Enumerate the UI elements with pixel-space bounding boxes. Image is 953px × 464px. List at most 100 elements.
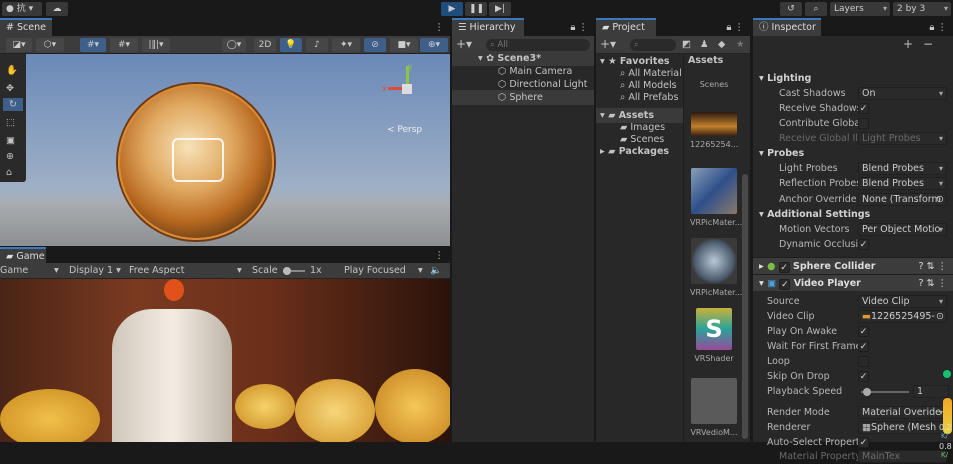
align-dropdown[interactable]: |‖|▾ bbox=[142, 38, 170, 52]
dynamic-occlusion-checkbox[interactable]: ✓ bbox=[858, 239, 869, 250]
component-menu-icons[interactable]: ? ⇅ ⋮ bbox=[918, 258, 947, 275]
cast-shadows-dropdown[interactable]: On bbox=[858, 87, 947, 100]
move-tool-icon[interactable]: ✥ bbox=[6, 82, 14, 95]
effects-dropdown[interactable]: ✦▾ bbox=[332, 38, 360, 52]
tab-game[interactable]: ▰ Game bbox=[0, 247, 46, 263]
asset-grid-scrollbar[interactable] bbox=[742, 174, 748, 439]
video-clip-field[interactable]: ▬1226525495-1 ⊙ bbox=[858, 310, 947, 323]
custom-tool-icon[interactable]: ⌂ bbox=[6, 166, 12, 179]
renderer-field[interactable]: ▦Sphere (Mesh bbox=[858, 421, 947, 434]
sphere-collider-enabled-checkbox[interactable]: ✓ bbox=[778, 262, 790, 273]
tab-inspector[interactable]: ⓘ Inspector bbox=[753, 18, 821, 36]
project-search-input[interactable]: ⌕ bbox=[630, 39, 676, 51]
slider-thumb[interactable] bbox=[863, 388, 871, 396]
asset-item[interactable]: VRPicMater... bbox=[690, 168, 742, 227]
more-icon[interactable]: ⋮ bbox=[435, 21, 445, 34]
tab-project[interactable]: ▰ Project bbox=[596, 18, 656, 36]
rect-tool-icon[interactable]: ▣ bbox=[6, 134, 15, 147]
game-viewport[interactable] bbox=[0, 279, 450, 442]
play-on-awake-checkbox[interactable]: ✓ bbox=[858, 326, 869, 337]
playback-speed-slider[interactable] bbox=[861, 388, 909, 396]
step-button[interactable]: ▶| bbox=[489, 2, 511, 16]
asset-item[interactable]: Scenes bbox=[690, 80, 738, 89]
account-dropdown[interactable]: ● 抗 ▾ bbox=[2, 2, 42, 16]
asset-item[interactable]: VRPicMater... bbox=[690, 238, 742, 297]
contribute-gi-checkbox[interactable] bbox=[858, 118, 869, 129]
favorite-item[interactable]: ⌕ All Prefabs bbox=[596, 90, 683, 105]
lock-icon[interactable]: 🔒︎ ⋮ bbox=[929, 21, 947, 34]
lock-icon[interactable]: 🔒︎ ⋮ bbox=[726, 21, 744, 34]
mute-audio-icon[interactable]: 🔈 bbox=[430, 264, 442, 277]
search-button[interactable]: ⌕ bbox=[805, 2, 827, 16]
audio-toggle[interactable]: ♪ bbox=[306, 38, 328, 52]
transform-tool-icon[interactable]: ⊕ bbox=[6, 150, 14, 163]
asset-item[interactable]: 12265254... bbox=[690, 112, 738, 149]
object-picker-icon[interactable]: ⊙ bbox=[936, 311, 944, 322]
camera-dropdown[interactable]: ■▾ bbox=[390, 38, 418, 52]
cloud-button[interactable]: ☁ bbox=[46, 2, 68, 16]
anchor-override-field[interactable]: None (Transform ⊙ bbox=[858, 193, 947, 206]
grid-snap-toggle[interactable]: #▾ bbox=[80, 38, 106, 52]
loop-checkbox[interactable] bbox=[858, 356, 869, 367]
hidden-objects-toggle[interactable]: ⊘ bbox=[364, 38, 386, 52]
render-mode-dropdown[interactable]: ⬡▾ bbox=[36, 38, 64, 52]
scale-slider[interactable] bbox=[283, 267, 305, 275]
render-mode-dropdown[interactable]: Material Overide bbox=[858, 406, 947, 419]
game-mode-dropdown[interactable]: Game ▾ bbox=[0, 264, 60, 277]
playback-speed-input[interactable]: 1 bbox=[913, 385, 949, 398]
hierarchy-search-input[interactable]: ⌕ All bbox=[486, 39, 590, 51]
shading-dropdown[interactable]: ◯▾ bbox=[222, 38, 246, 52]
hand-tool-icon[interactable]: ✋ bbox=[6, 64, 18, 77]
skip-on-drop-checkbox[interactable]: ✓ bbox=[858, 371, 869, 382]
source-dropdown[interactable]: Video Clip bbox=[858, 295, 947, 308]
add-material-button[interactable]: + bbox=[903, 38, 913, 51]
light-probes-dropdown[interactable]: Blend Probes bbox=[858, 162, 947, 175]
scale-tool-icon[interactable]: ⬚ bbox=[6, 116, 15, 129]
2d-toggle[interactable]: 2D bbox=[254, 38, 276, 52]
play-focused-dropdown[interactable]: Play Focused ▾ bbox=[344, 264, 424, 277]
video-player-enabled-checkbox[interactable]: ✓ bbox=[779, 279, 791, 290]
probes-section[interactable]: ▾ Probes bbox=[753, 146, 953, 161]
motion-vectors-dropdown[interactable]: Per Object Motio bbox=[858, 223, 947, 236]
tab-scene[interactable]: # Scene bbox=[0, 18, 52, 36]
tab-hierarchy[interactable]: ☰ Hierarchy bbox=[452, 18, 524, 36]
hierarchy-item-selected[interactable]: ⬡ Sphere bbox=[452, 90, 594, 105]
additional-settings-section[interactable]: ▾ Additional Settings bbox=[753, 207, 953, 222]
aspect-dropdown[interactable]: Free Aspect ▾ bbox=[129, 264, 245, 277]
pause-button[interactable]: ❚❚ bbox=[465, 2, 487, 16]
display-dropdown[interactable]: Display 1 ▾ bbox=[69, 264, 121, 277]
reflection-probes-dropdown[interactable]: Blend Probes bbox=[858, 177, 947, 190]
create-button[interactable]: +▾ bbox=[456, 38, 472, 51]
layers-dropdown[interactable]: Layers bbox=[830, 2, 890, 16]
more-icon[interactable]: ⋮ bbox=[435, 249, 445, 262]
layout-dropdown[interactable]: 2 by 3 bbox=[893, 2, 951, 16]
sphere-object[interactable] bbox=[118, 84, 274, 240]
lock-icon[interactable]: 🔒︎ ⋮ bbox=[570, 21, 588, 34]
create-button[interactable]: +▾ bbox=[600, 38, 616, 51]
wait-first-frame-checkbox[interactable]: ✓ bbox=[858, 341, 869, 352]
asset-item[interactable]: VRVedioM... bbox=[690, 378, 738, 437]
video-player-header[interactable]: ▾ ▣ ✓ Video Player? ⇅ ⋮ bbox=[753, 274, 953, 291]
projection-label[interactable]: < Persp bbox=[387, 124, 422, 137]
remove-material-button[interactable]: − bbox=[923, 38, 933, 51]
filter-icon[interactable]: ♟ bbox=[700, 38, 709, 51]
draw-mode-dropdown[interactable]: ◪▾ bbox=[6, 38, 32, 52]
sphere-collider-header[interactable]: ▸ ● ✓ Sphere Collider? ⇅ ⋮ bbox=[753, 257, 953, 274]
history-button[interactable]: ↺ bbox=[780, 2, 802, 16]
scale-slider-thumb[interactable] bbox=[283, 267, 291, 275]
gizmos-dropdown[interactable]: ⊕▾ bbox=[420, 38, 448, 52]
lighting-section[interactable]: ▾ Lighting bbox=[753, 71, 953, 86]
packages-node[interactable]: ▸ ▰ Packages bbox=[596, 144, 683, 159]
component-menu-icons[interactable]: ? ⇅ ⋮ bbox=[918, 275, 947, 292]
play-button[interactable]: ▶ bbox=[441, 2, 463, 16]
lighting-toggle[interactable]: 💡 bbox=[280, 38, 302, 52]
scene-viewport[interactable]: ✋ ✥ ↻ ⬚ ▣ ⊕ ⌂ y x < Persp bbox=[0, 54, 450, 246]
asset-item[interactable]: S VRShader bbox=[690, 308, 738, 363]
rotate-tool-icon[interactable]: ↻ bbox=[3, 98, 23, 111]
increment-snap-dropdown[interactable]: #▾ bbox=[110, 38, 138, 52]
star-icon[interactable]: ★ bbox=[736, 38, 745, 51]
label-icon[interactable]: ◆ bbox=[718, 38, 725, 51]
receive-shadows-checkbox[interactable]: ✓ bbox=[858, 103, 869, 114]
orientation-gizmo[interactable]: y x bbox=[382, 62, 432, 114]
auto-select-checkbox[interactable]: ✓ bbox=[858, 437, 869, 448]
